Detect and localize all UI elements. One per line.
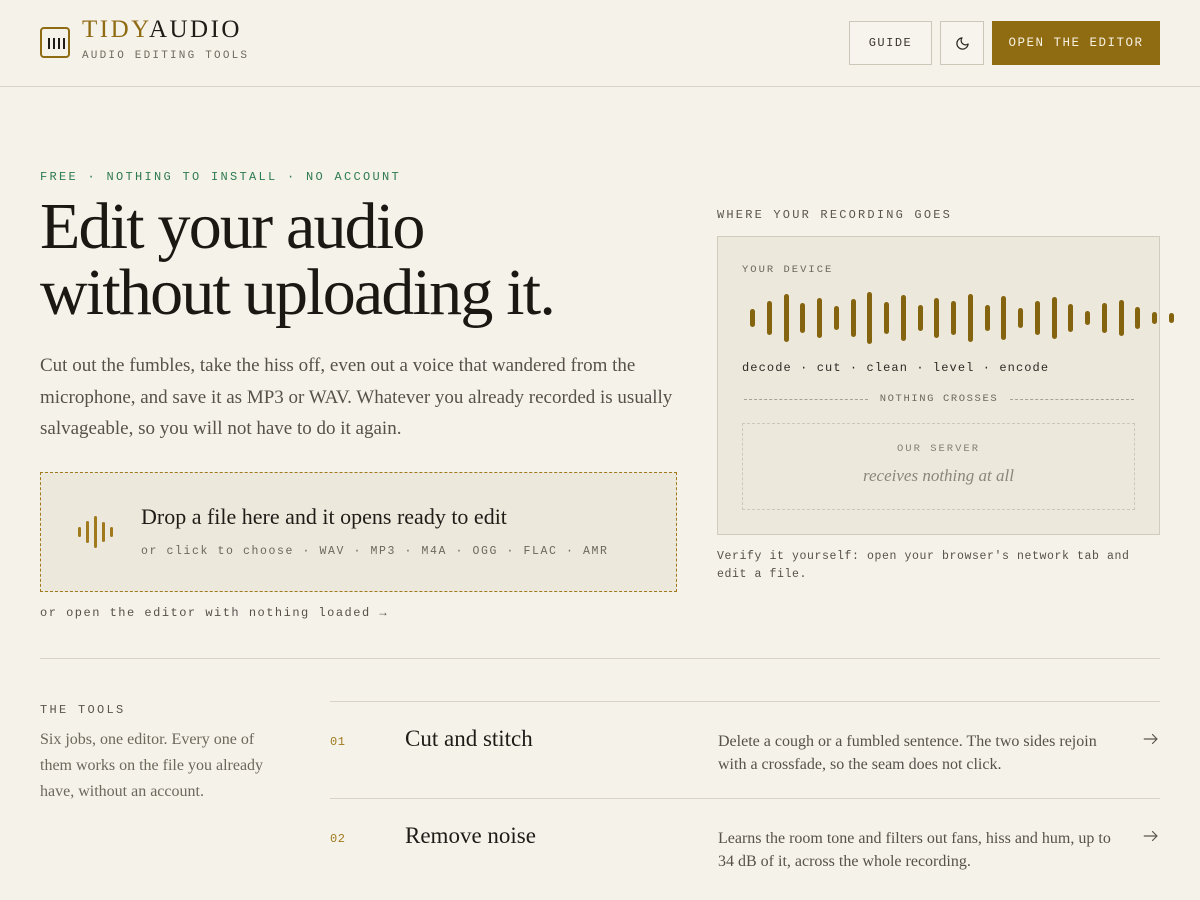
device-label: YOUR DEVICE: [742, 264, 834, 276]
brand-name-part2: AUDIO: [148, 16, 242, 43]
waveform-bar: [985, 305, 990, 331]
open-empty-editor-link[interactable]: or open the editor with nothing loaded →: [40, 606, 388, 620]
waveform-bar: [1052, 297, 1057, 339]
device-waveform: [742, 288, 1174, 348]
waveform-bar: [1085, 311, 1090, 325]
waveform-bar: [834, 306, 839, 330]
verify-note: Verify it yourself: open your browser's …: [717, 550, 1130, 581]
waveform-bar: [1102, 303, 1107, 333]
moon-icon: [955, 36, 969, 50]
open-editor-button[interactable]: OPEN THE EDITOR: [992, 21, 1160, 65]
tool-number: 02: [330, 832, 346, 846]
tool-name: Cut and stitch: [405, 726, 533, 751]
tool-description: Learns the room tone and filters out fan…: [718, 830, 1111, 870]
tool-name: Remove noise: [405, 823, 536, 848]
waveform-bar: [767, 301, 772, 335]
waveform-bar: [817, 298, 822, 338]
waveform-icon: [78, 516, 114, 548]
server-note: receives nothing at all: [863, 466, 1014, 485]
divider-label: NOTHING CROSSES: [879, 393, 999, 405]
waveform-bar: [1018, 308, 1023, 328]
waveform-bar: [1152, 312, 1157, 324]
waveform-bar: [1001, 296, 1006, 340]
waveform-bar: [884, 302, 889, 334]
tool-number: 01: [330, 735, 346, 749]
guide-button[interactable]: GUIDE: [849, 21, 932, 65]
server-box: OUR SERVER receives nothing at all: [742, 423, 1135, 510]
tools-description: Six jobs, one editor. Every one of them …: [40, 731, 264, 800]
flow-label: WHERE YOUR RECORDING GOES: [717, 208, 953, 222]
brand-name[interactable]: TIDYAUDIO: [82, 16, 242, 44]
arrow-right-icon: [1143, 830, 1158, 842]
waveform-logo-icon[interactable]: [40, 27, 70, 58]
waveform-bar: [867, 292, 872, 344]
hero-headline-line2: without uploading it.: [40, 256, 556, 329]
data-flow-panel: YOUR DEVICE decode · cut · clean · level…: [717, 236, 1174, 535]
waveform-bar: [951, 301, 956, 335]
waveform-bar: [1135, 307, 1140, 329]
tool-row-noise[interactable]: 02 Remove noise Learns the room tone and…: [330, 798, 1160, 895]
hero-eyebrow: FREE · NOTHING TO INSTALL · NO ACCOUNT: [40, 170, 402, 184]
waveform-bar: [918, 305, 923, 331]
dropzone-formats: or click to choose · WAV · MP3 · M4A · O…: [141, 545, 609, 558]
processing-steps: decode · cut · clean · level · encode: [742, 361, 1050, 375]
waveform-bar: [901, 295, 906, 341]
theme-toggle-button[interactable]: [940, 21, 984, 65]
waveform-bar: [1068, 304, 1073, 332]
hero-headline-line1: Edit your audio: [40, 190, 425, 263]
section-divider: [40, 658, 1160, 659]
brand-name-part1: TIDY: [82, 16, 149, 43]
dropzone-title: Drop a file here and it opens ready to e…: [141, 504, 507, 529]
file-dropzone[interactable]: Drop a file here and it opens ready to e…: [40, 472, 677, 592]
brand-tagline: AUDIO EDITING TOOLS: [82, 50, 250, 62]
tools-label: THE TOOLS: [40, 703, 126, 717]
waveform-bar: [934, 298, 939, 338]
waveform-bar: [1119, 300, 1124, 336]
hero-lead: Cut out the fumbles, take the hiss off, …: [40, 355, 673, 439]
hero-headline: Edit your audio without uploading it.: [40, 194, 680, 326]
waveform-bar: [750, 309, 755, 327]
waveform-bar: [800, 303, 805, 333]
arrow-right-icon: [1143, 733, 1158, 745]
server-label: OUR SERVER: [896, 443, 980, 455]
site-header: TIDYAUDIO AUDIO EDITING TOOLS GUIDE OPEN…: [0, 0, 1200, 87]
tool-row-cut[interactable]: 01 Cut and stitch Delete a cough or a fu…: [330, 701, 1160, 798]
waveform-bar: [1169, 313, 1174, 323]
waveform-bar: [968, 294, 973, 342]
tool-description: Delete a cough or a fumbled sentence. Th…: [718, 733, 1097, 773]
waveform-bar: [784, 294, 789, 342]
waveform-bar: [1035, 301, 1040, 335]
waveform-bar: [851, 299, 856, 337]
nothing-crosses-divider: NOTHING CROSSES: [744, 393, 1135, 405]
